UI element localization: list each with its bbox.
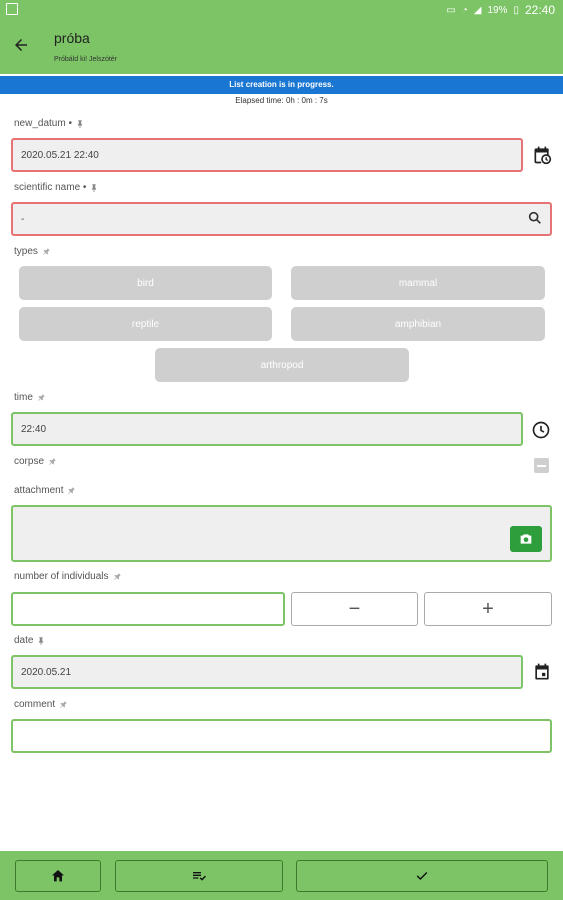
status-clock: 22:40 (524, 3, 555, 17)
comment-label-text: comment (14, 699, 56, 710)
pin-icon[interactable] (36, 636, 46, 646)
cast-icon: ▭ (446, 4, 456, 16)
scientific-name-field[interactable]: - (11, 202, 552, 236)
decrement-button[interactable]: − (291, 592, 418, 626)
home-button[interactable] (15, 860, 101, 892)
signal-icon: ◢ (473, 4, 482, 16)
pin-icon[interactable] (112, 572, 122, 582)
camera-button[interactable] (510, 526, 542, 552)
new-datum-label: new_datum • (14, 118, 85, 129)
increment-button[interactable]: + (424, 592, 552, 626)
corpse-label: corpse (14, 456, 57, 467)
pin-icon[interactable] (41, 247, 51, 257)
type-chip-bird[interactable]: bird (19, 266, 272, 300)
pin-icon[interactable] (58, 700, 68, 710)
calendar-icon[interactable] (532, 662, 552, 682)
camera-icon (520, 534, 532, 544)
calendar-clock-icon[interactable] (532, 145, 552, 165)
confirm-button[interactable] (296, 860, 548, 892)
home-icon (52, 870, 64, 882)
number-of-individuals-input[interactable] (11, 592, 285, 626)
search-icon[interactable] (527, 210, 543, 226)
date-field[interactable]: 2020.05.21 (11, 655, 523, 689)
pin-icon[interactable] (47, 457, 57, 467)
pin-icon[interactable] (89, 183, 99, 193)
battery-icon: ▯ (513, 4, 519, 16)
progress-banner: List creation is in progress. (0, 76, 563, 94)
page-title: próba (54, 30, 90, 46)
types-label-text: types (14, 246, 38, 257)
attachment-field[interactable] (11, 505, 552, 562)
date-label-text: date (14, 635, 34, 646)
date-label: date (14, 635, 46, 646)
comment-label: comment (14, 699, 68, 710)
scientific-name-label-text: scientific name • (14, 182, 87, 193)
time-label-text: time (14, 392, 33, 403)
time-field[interactable]: 22:40 (11, 412, 523, 446)
scientific-name-value: - (21, 213, 25, 225)
checklist-icon (193, 872, 206, 881)
scientific-name-label: scientific name • (14, 182, 99, 193)
indeterminate-mark (537, 464, 546, 467)
app-bar: próba Próbáld ki! Jelszótér (0, 20, 563, 74)
wifi-icon: ◔ (461, 4, 468, 16)
checklist-button[interactable] (115, 860, 283, 892)
elapsed-time: Elapsed time: 0h : 0m : 7s (235, 96, 328, 105)
comment-field[interactable] (11, 719, 552, 753)
pin-icon[interactable] (66, 486, 76, 496)
page-subtitle: Próbáld ki! Jelszótér (54, 56, 118, 63)
new-datum-field[interactable]: 2020.05.21 22:40 (11, 138, 523, 172)
number-of-individuals-label-text: number of individuals (14, 571, 109, 582)
type-chip-amphibian[interactable]: amphibian (291, 307, 545, 341)
status-bar: ▭ ◔ ◢ 19% ▯ 22:40 (0, 0, 563, 20)
type-chip-reptile[interactable]: reptile (19, 307, 272, 341)
corpse-checkbox[interactable] (534, 458, 549, 473)
corpse-label-text: corpse (14, 456, 45, 467)
clock-icon[interactable] (531, 420, 551, 440)
battery-percent: 19% (487, 4, 508, 16)
checkmark-icon (416, 872, 428, 880)
back-arrow-icon[interactable] (10, 34, 32, 56)
attachment-label: attachment (14, 485, 76, 496)
new-datum-label-text: new_datum • (14, 118, 72, 129)
bottom-bar (0, 851, 563, 900)
type-chip-arthropod[interactable]: arthropod (155, 348, 409, 382)
number-of-individuals-label: number of individuals (14, 571, 122, 582)
gallery-notification-icon (6, 3, 18, 15)
pin-icon[interactable] (36, 393, 46, 403)
status-bar-right: ▭ ◔ ◢ 19% ▯ 22:40 (446, 3, 555, 17)
attachment-label-text: attachment (14, 485, 64, 496)
type-chip-mammal[interactable]: mammal (291, 266, 545, 300)
types-label: types (14, 246, 51, 257)
time-label: time (14, 392, 46, 403)
pin-icon[interactable] (75, 119, 85, 129)
